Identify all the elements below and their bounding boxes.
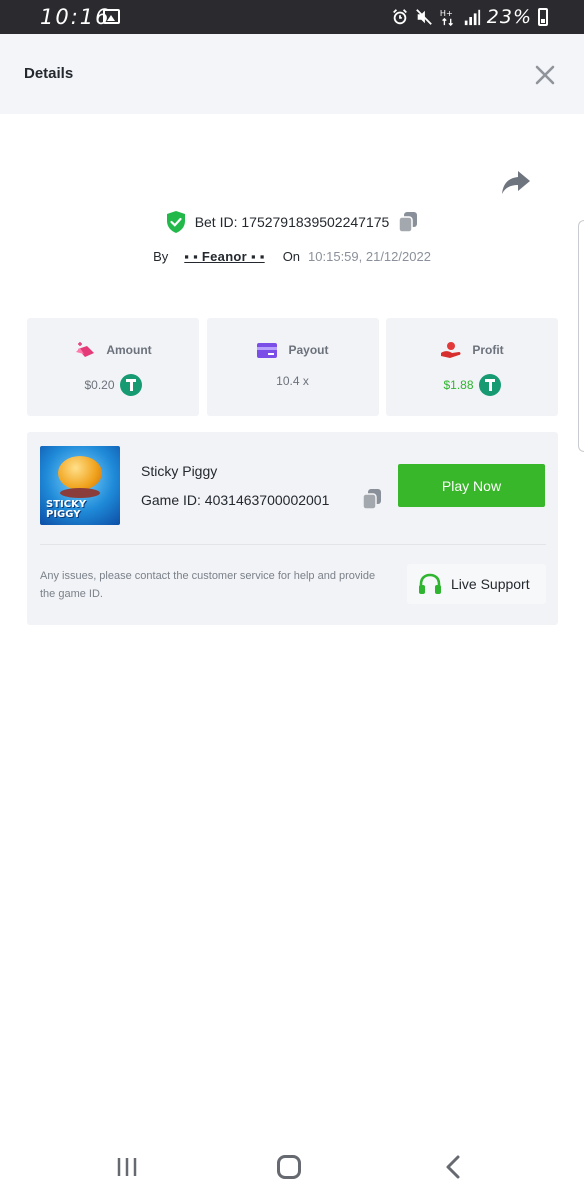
card-icon xyxy=(257,343,278,358)
amount-value: $0.20 xyxy=(84,378,115,392)
mute-icon xyxy=(415,9,432,25)
game-card: STICKY PIGGY Sticky Piggy Game ID: 40314… xyxy=(27,432,558,625)
status-time: 10:16 xyxy=(40,5,111,29)
back-icon[interactable] xyxy=(444,1154,462,1180)
stat-amount: Amount $0.20 xyxy=(27,318,199,416)
payout-value: 10.4 x xyxy=(276,374,309,388)
bet-meta-row: By ▪ ▪ Feanor ▪ ▪ On 10:15:59, 21/12/202… xyxy=(0,249,584,264)
edge-panel-handle[interactable] xyxy=(578,220,584,452)
on-label: On xyxy=(282,249,301,264)
divider xyxy=(40,544,546,545)
hand-coin-icon xyxy=(441,342,461,358)
system-nav-bar xyxy=(0,1134,584,1200)
verified-shield-icon xyxy=(166,211,185,233)
stat-payout: Payout 10.4 x xyxy=(206,318,379,416)
share-icon[interactable] xyxy=(500,168,532,196)
svg-text:H+: H+ xyxy=(440,8,453,18)
game-id: Game ID: 4031463700002001 xyxy=(141,492,330,508)
game-name: Sticky Piggy xyxy=(141,463,218,479)
payout-label: Payout xyxy=(288,343,329,357)
close-icon[interactable] xyxy=(534,64,556,86)
status-icons: H+ 23% xyxy=(391,6,548,28)
bet-id: Bet ID: 1752791839502247175 xyxy=(194,214,390,230)
battery-icon xyxy=(538,8,548,26)
bet-chips-icon xyxy=(76,342,95,357)
signal-icon xyxy=(464,9,480,26)
thumbnail-title: STICKY PIGGY xyxy=(46,499,87,520)
bet-stats: Amount $0.20 Payout 10.4 x Profit $1.88 xyxy=(27,318,558,416)
amount-label: Amount xyxy=(106,343,152,357)
game-thumbnail[interactable]: STICKY PIGGY xyxy=(40,446,120,525)
bet-datetime: 10:15:59, 21/12/2022 xyxy=(308,249,431,264)
profit-value: $1.88 xyxy=(443,378,474,392)
status-bar: 10:16 H+ 23% xyxy=(0,0,584,34)
copy-bet-id-icon[interactable] xyxy=(397,210,419,234)
play-now-button[interactable]: Play Now xyxy=(398,464,545,507)
bet-id-row: Bet ID: 1752791839502247175 xyxy=(0,210,584,234)
piggy-bank-image xyxy=(58,456,102,490)
battery-percent: 23% xyxy=(486,6,532,28)
copy-game-id-icon[interactable] xyxy=(361,487,383,511)
alarm-icon xyxy=(392,9,407,25)
profit-label: Profit xyxy=(472,343,504,357)
recent-apps-icon[interactable] xyxy=(116,1156,138,1178)
page-title: Details xyxy=(24,65,74,82)
data-h-plus-icon: H+ xyxy=(440,8,453,26)
home-icon[interactable] xyxy=(277,1155,301,1179)
stat-profit: Profit $1.88 xyxy=(386,318,558,416)
live-support-button[interactable]: Live Support xyxy=(407,564,546,604)
user-name-link[interactable]: ▪ ▪ Feanor ▪ ▪ xyxy=(184,249,264,264)
live-support-label: Live Support xyxy=(451,576,530,592)
by-label: By xyxy=(153,249,169,264)
details-header: Details xyxy=(0,34,584,114)
thumbnail-pedestal xyxy=(60,488,100,498)
tether-icon xyxy=(478,374,501,396)
gallery-icon xyxy=(103,9,120,24)
support-help-text: Any issues, please contact the customer … xyxy=(40,570,376,600)
tether-icon xyxy=(119,374,142,396)
headset-icon xyxy=(419,573,441,594)
